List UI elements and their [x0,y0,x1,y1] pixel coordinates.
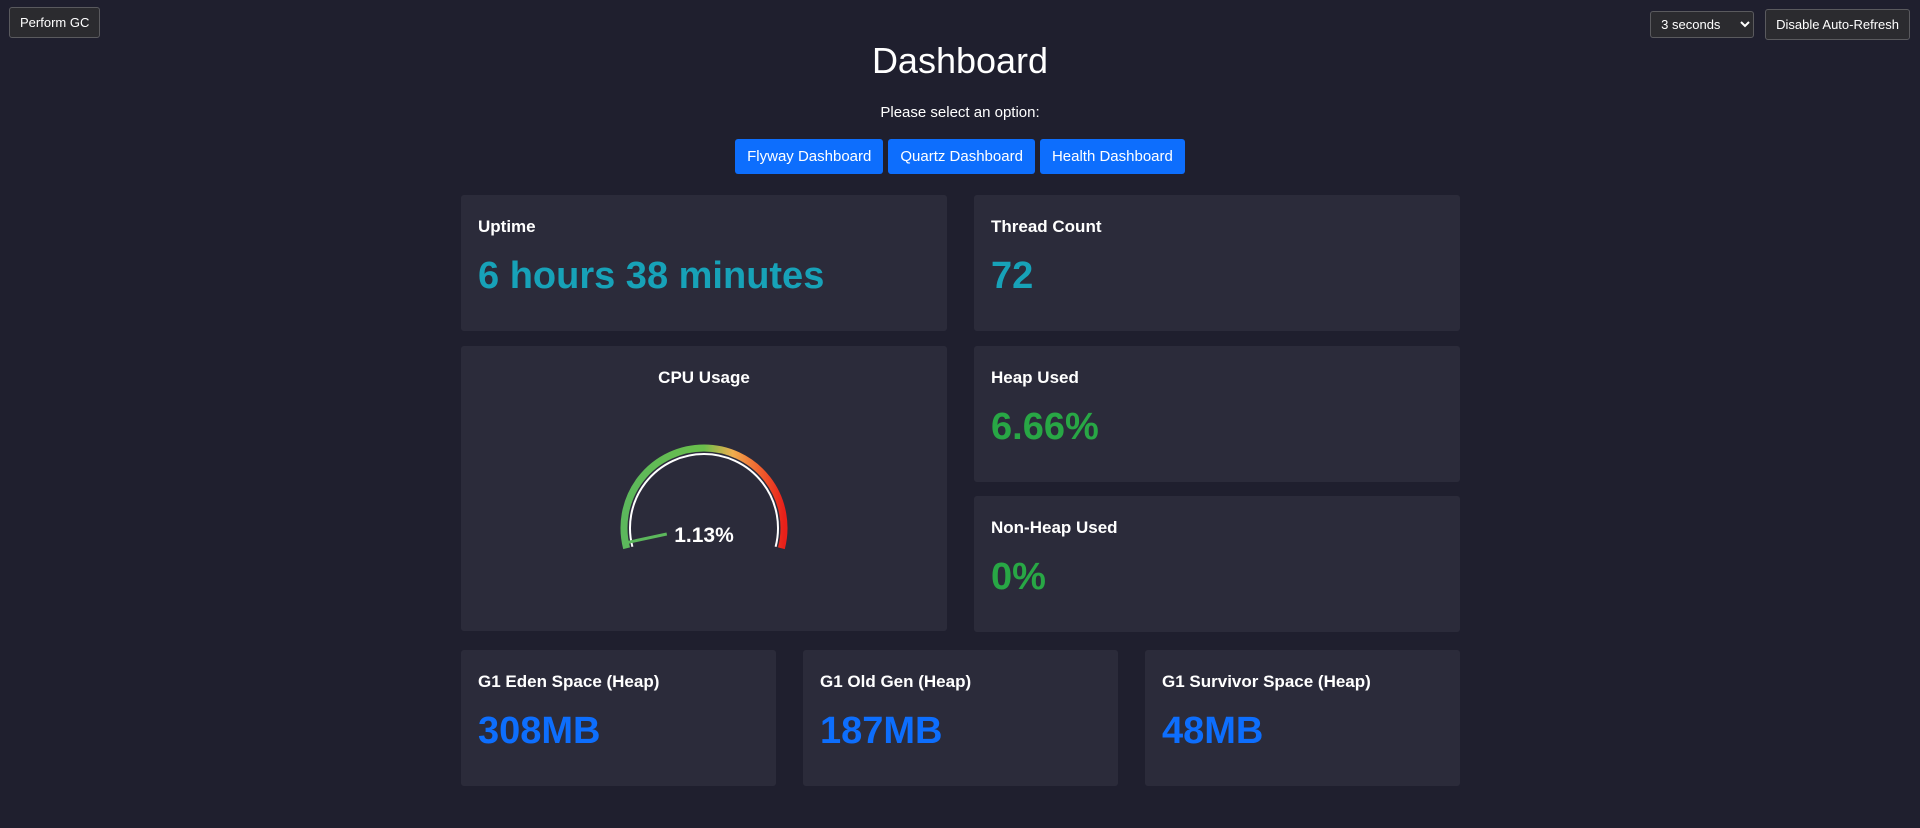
heap-used-card: Heap Used 6.66% [974,346,1460,482]
non-heap-used-value: 0% [991,556,1046,598]
thread-count-value: 72 [991,255,1034,297]
cpu-usage-title: CPU Usage [658,368,750,387]
flyway-dashboard-button[interactable]: Flyway Dashboard [735,139,884,174]
gauge-needle [625,532,668,545]
survivor-space-value: 48MB [1162,710,1264,752]
heap-used-title: Heap Used [991,368,1079,387]
topbar-right: 3 seconds Disable Auto-Refresh [1650,9,1910,40]
non-heap-used-title: Non-Heap Used [991,518,1118,537]
page-title: Dashboard [871,40,1049,81]
cpu-usage-card: CPU Usage 1.13% [461,346,947,631]
cpu-usage-value: 1.13% [674,524,734,547]
quartz-dashboard-button[interactable]: Quartz Dashboard [888,139,1035,174]
eden-space-title: G1 Eden Space (Heap) [478,672,660,691]
uptime-card: Uptime 6 hours 38 minutes [461,195,947,331]
thread-count-title: Thread Count [991,217,1102,236]
uptime-value: 6 hours 38 minutes [478,255,825,297]
heap-used-value: 6.66% [991,406,1099,448]
cpu-gauge: 1.13% [461,436,947,566]
old-gen-value: 187MB [820,710,943,752]
cpu-gauge-svg: 1.13% [620,444,788,550]
survivor-space-title: G1 Survivor Space (Heap) [1162,672,1371,691]
old-gen-card: G1 Old Gen (Heap) 187MB [803,650,1118,786]
perform-gc-button[interactable]: Perform GC [9,7,101,38]
eden-space-value: 308MB [478,710,601,752]
refresh-interval-select[interactable]: 3 seconds [1650,11,1755,38]
uptime-title: Uptime [478,217,536,236]
option-prompt: Please select an option: [880,104,1040,121]
health-dashboard-button[interactable]: Health Dashboard [1039,139,1185,174]
topbar-left: Perform GC [9,7,101,38]
old-gen-title: G1 Old Gen (Heap) [820,672,972,691]
disable-auto-refresh-button[interactable]: Disable Auto-Refresh [1765,9,1910,40]
survivor-space-card: G1 Survivor Space (Heap) 48MB [1145,650,1460,786]
eden-space-card: G1 Eden Space (Heap) 308MB [461,650,776,786]
thread-count-card: Thread Count 72 [974,195,1460,331]
non-heap-used-card: Non-Heap Used 0% [974,496,1460,632]
dashboard-nav: Flyway Dashboard Quartz Dashboard Health… [0,139,1920,174]
